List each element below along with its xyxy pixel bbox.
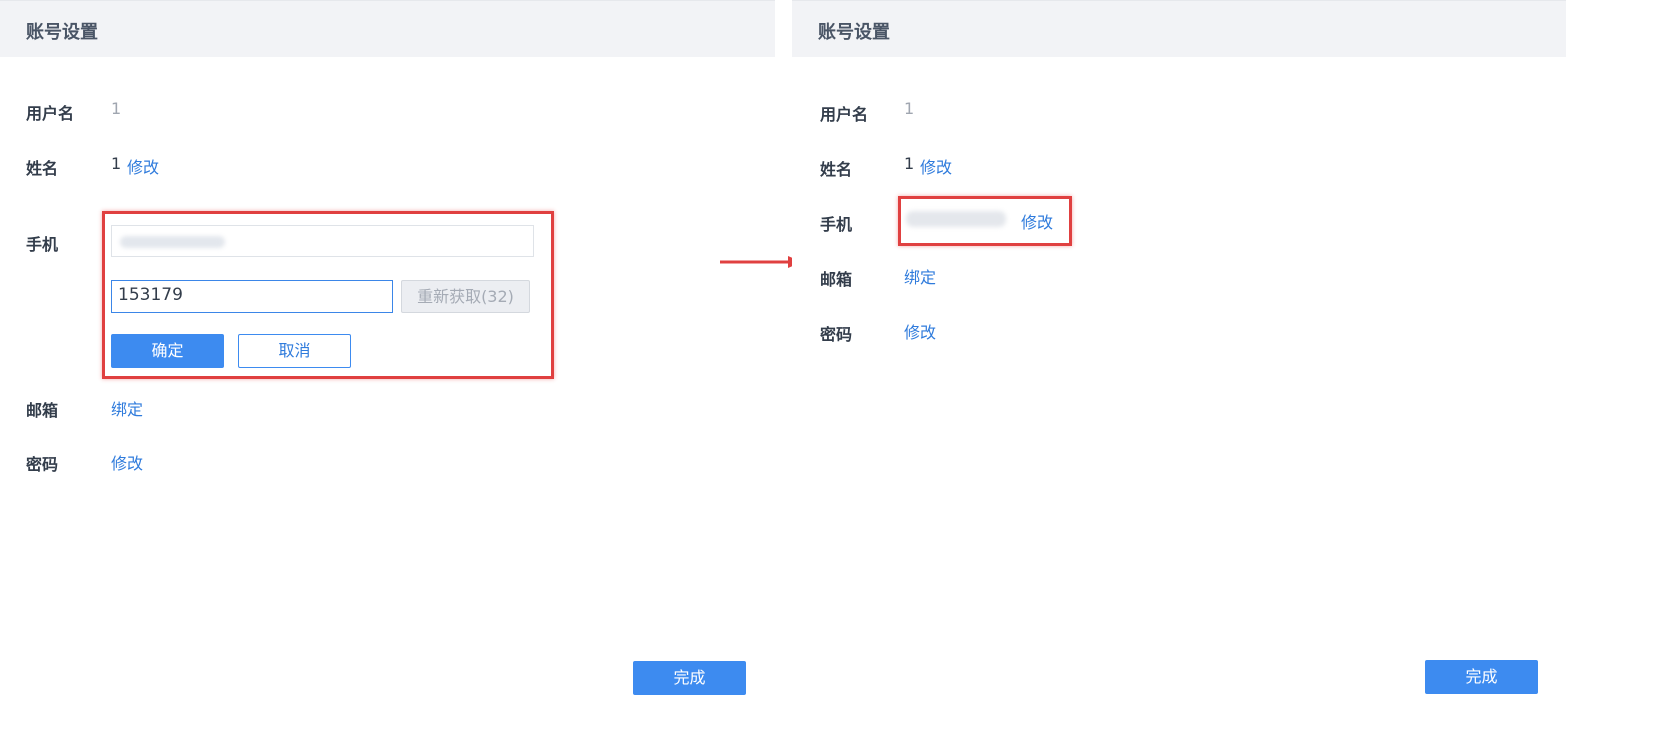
email-label: 邮箱 — [26, 401, 59, 420]
resend-code-button[interactable]: 重新获取(32) — [401, 280, 530, 313]
name-label: 姓名 — [26, 159, 59, 178]
done-button[interactable]: 完成 — [633, 661, 746, 695]
bind-email-link[interactable]: 绑定 — [904, 264, 936, 288]
done-button[interactable]: 完成 — [1425, 660, 1538, 694]
edit-phone-link[interactable]: 修改 — [1021, 209, 1053, 233]
email-label: 邮箱 — [820, 270, 853, 289]
name-value: 1 — [904, 154, 915, 173]
panel-header: 账号设置 — [0, 0, 775, 57]
edit-password-link[interactable]: 修改 — [904, 319, 936, 343]
page-title: 账号设置 — [818, 22, 890, 43]
username-label: 用户名 — [26, 104, 75, 123]
username-value: 1 — [111, 99, 122, 118]
phone-number-redacted — [906, 211, 1006, 227]
edit-name-link[interactable]: 修改 — [127, 154, 159, 178]
edit-password-link[interactable]: 修改 — [111, 450, 143, 474]
username-value: 1 — [904, 99, 915, 118]
account-settings-panel-result: 账号设置 用户名 1 姓名 1 修改 手机 修改 邮箱 绑定 密码 修改 完成 — [792, 0, 1566, 750]
comparison-screenshot: 账号设置 用户名 1 姓名 1 修改 手机 153179 重新获取(32) 确定… — [0, 0, 1666, 750]
password-label: 密码 — [26, 455, 59, 474]
name-label: 姓名 — [820, 160, 853, 179]
password-label: 密码 — [820, 325, 853, 344]
page-title: 账号设置 — [26, 22, 98, 43]
username-label: 用户名 — [820, 105, 869, 124]
confirm-button[interactable]: 确定 — [111, 334, 224, 368]
cancel-button[interactable]: 取消 — [238, 334, 351, 368]
phone-number-redacted — [120, 236, 225, 248]
phone-label: 手机 — [820, 215, 853, 234]
name-value: 1 — [111, 154, 122, 173]
phone-label: 手机 — [26, 235, 59, 254]
new-phone-input[interactable] — [111, 225, 534, 257]
verification-code-input[interactable]: 153179 — [111, 280, 393, 313]
panel-header: 账号设置 — [792, 0, 1566, 57]
edit-name-link[interactable]: 修改 — [920, 154, 952, 178]
account-settings-panel-editing: 账号设置 用户名 1 姓名 1 修改 手机 153179 重新获取(32) 确定… — [0, 0, 775, 750]
bind-email-link[interactable]: 绑定 — [111, 396, 143, 420]
